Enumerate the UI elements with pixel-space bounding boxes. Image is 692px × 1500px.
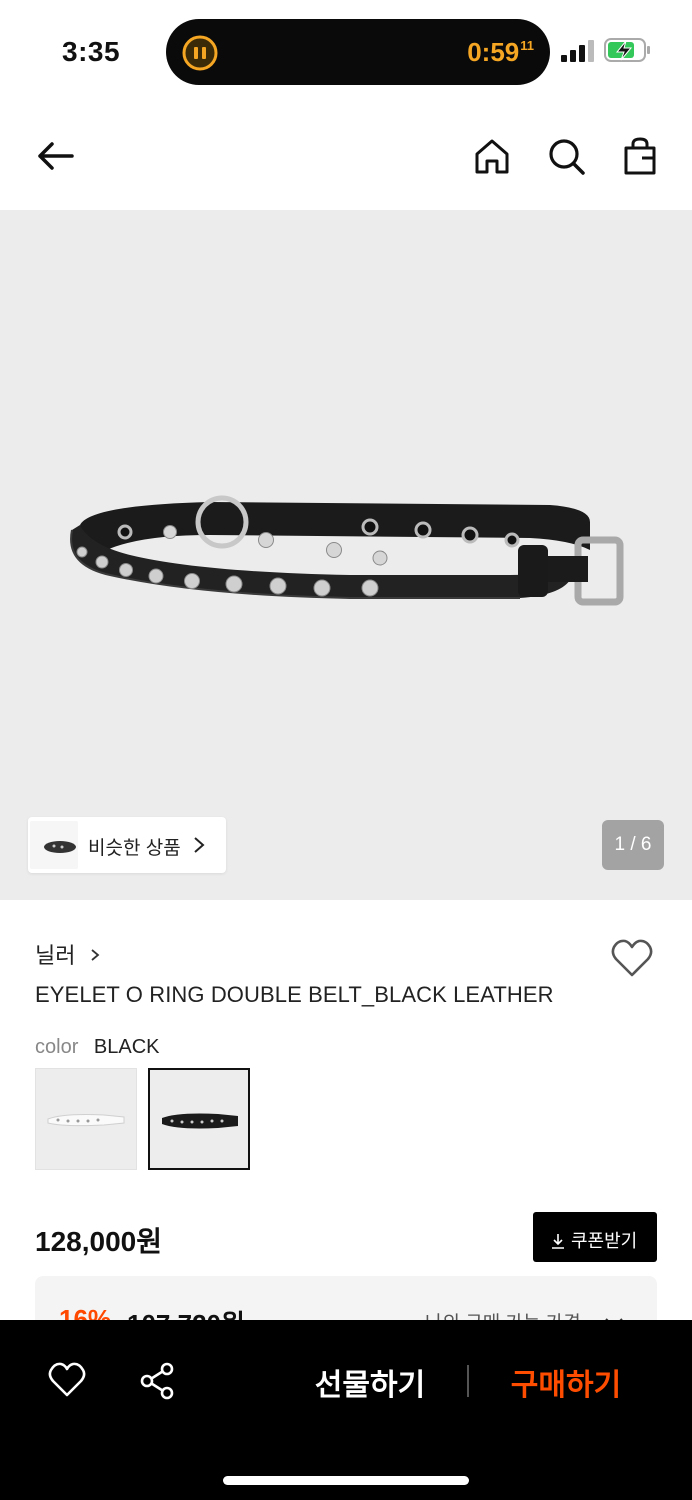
coupon-button[interactable]: 쿠폰받기	[533, 1212, 657, 1262]
color-swatch-black[interactable]	[148, 1068, 250, 1170]
status-bar: 3:35 0:5911	[0, 0, 692, 100]
button-divider	[467, 1365, 469, 1397]
image-page-counter: 1 / 6	[602, 820, 664, 870]
chevron-right-icon	[91, 949, 100, 961]
timer-readout: 0:5911	[467, 37, 534, 68]
home-icon[interactable]	[472, 136, 512, 176]
arrow-left-icon[interactable]	[34, 136, 74, 176]
wishlist-heart-icon[interactable]	[610, 938, 654, 978]
product-image-belt	[70, 495, 624, 606]
color-label: color	[35, 1036, 79, 1058]
battery-charging-icon	[604, 38, 650, 62]
search-icon[interactable]	[546, 136, 586, 176]
black-belt-thumbnail	[162, 1113, 238, 1129]
brand-link[interactable]: 닐러	[35, 938, 100, 968]
home-indicator[interactable]	[223, 1476, 469, 1485]
coupon-button-content: 쿠폰받기	[551, 1227, 637, 1253]
coupon-button-label: 쿠폰받기	[571, 1231, 638, 1251]
similar-products-button[interactable]: 비슷한 상품	[28, 817, 226, 873]
cellular-signal-icon	[561, 40, 594, 62]
color-swatch-white[interactable]	[35, 1068, 137, 1170]
dynamic-island[interactable]: 0:5911	[166, 19, 550, 85]
heart-icon[interactable]	[48, 1362, 86, 1398]
share-icon[interactable]	[138, 1362, 176, 1400]
product-title: EYELET O RING DOUBLE BELT_BLACK LEATHER	[35, 982, 554, 1007]
shopping-bag-icon[interactable]	[620, 136, 660, 176]
bottom-action-bar: 선물하기 구매하기	[0, 1320, 692, 1500]
timer-main: 0:59	[467, 37, 520, 67]
buy-button[interactable]: 구매하기	[496, 1360, 636, 1404]
top-navigation	[0, 100, 692, 210]
gift-button[interactable]: 선물하기	[300, 1360, 440, 1404]
timer-icon	[182, 35, 218, 71]
similar-products-label: 비슷한 상품	[88, 838, 181, 859]
color-value: BLACK	[93, 1036, 160, 1058]
color-selector-label: color BLACK	[35, 1036, 160, 1059]
product-image-carousel[interactable]: 비슷한 상품 1 / 6	[0, 210, 692, 900]
timer-fraction: 11	[520, 38, 534, 53]
chevron-right-icon	[194, 837, 205, 853]
similar-product-thumbnail	[30, 821, 78, 869]
status-time: 3:35	[62, 36, 121, 67]
download-icon	[552, 1234, 564, 1249]
brand-name: 닐러	[35, 943, 76, 968]
product-price: 128,000원	[35, 1226, 162, 1257]
white-belt-thumbnail	[47, 1114, 125, 1127]
